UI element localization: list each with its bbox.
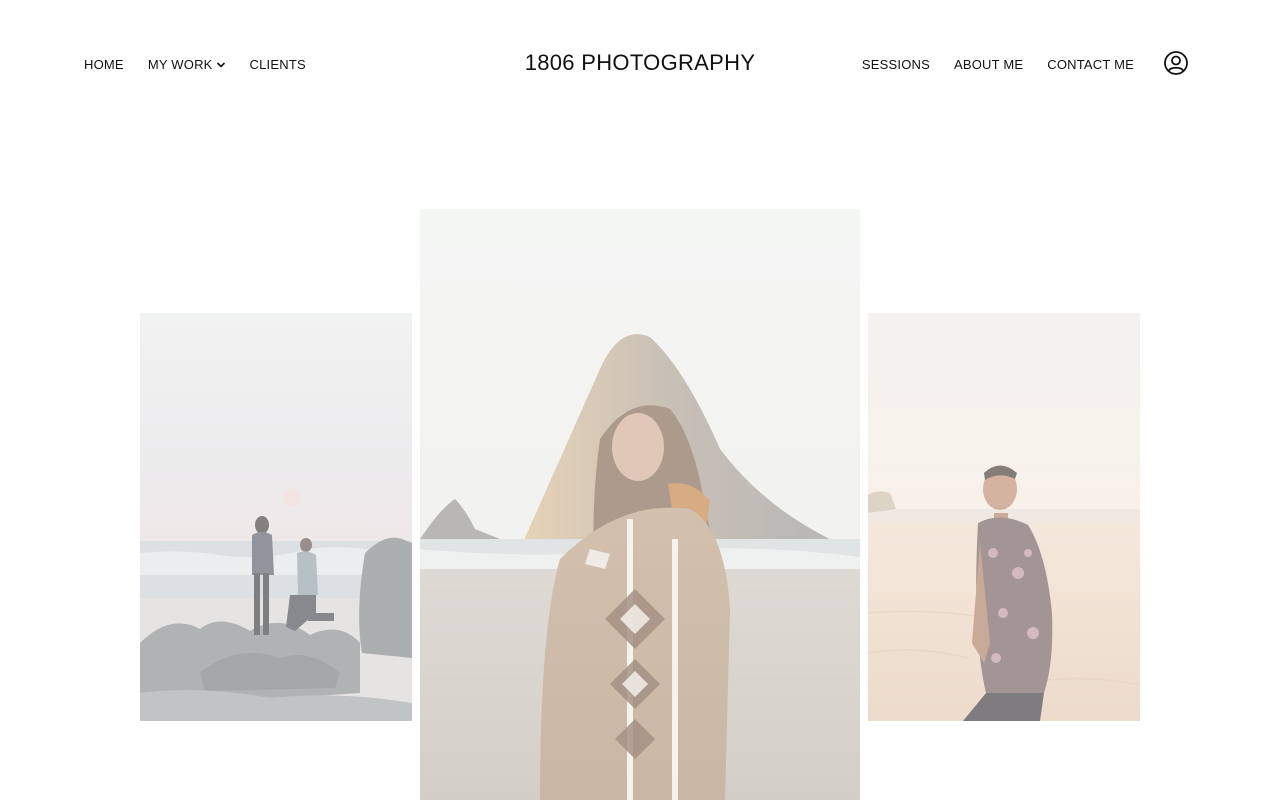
- gallery-photo-man-beach[interactable]: [868, 313, 1140, 721]
- photo-haystack-image: [420, 209, 860, 800]
- primary-nav-right: SESSIONS ABOUT ME CONTACT ME: [838, 57, 1134, 72]
- nav-about-link[interactable]: ABOUT ME: [954, 57, 1023, 72]
- nav-contact-link[interactable]: CONTACT ME: [1047, 57, 1134, 72]
- gallery-photo-proposal[interactable]: [140, 313, 412, 721]
- photo-man-image: [868, 313, 1140, 721]
- site-header: HOME MY WORK CLIENTS 1806 PHOTOGRAPHY SE…: [0, 0, 1280, 128]
- photo-proposal-image: [140, 313, 412, 721]
- gallery-photo-haystack-rock[interactable]: [420, 209, 860, 800]
- user-circle-icon[interactable]: [1163, 50, 1189, 76]
- nav-sessions-link[interactable]: SESSIONS: [862, 57, 930, 72]
